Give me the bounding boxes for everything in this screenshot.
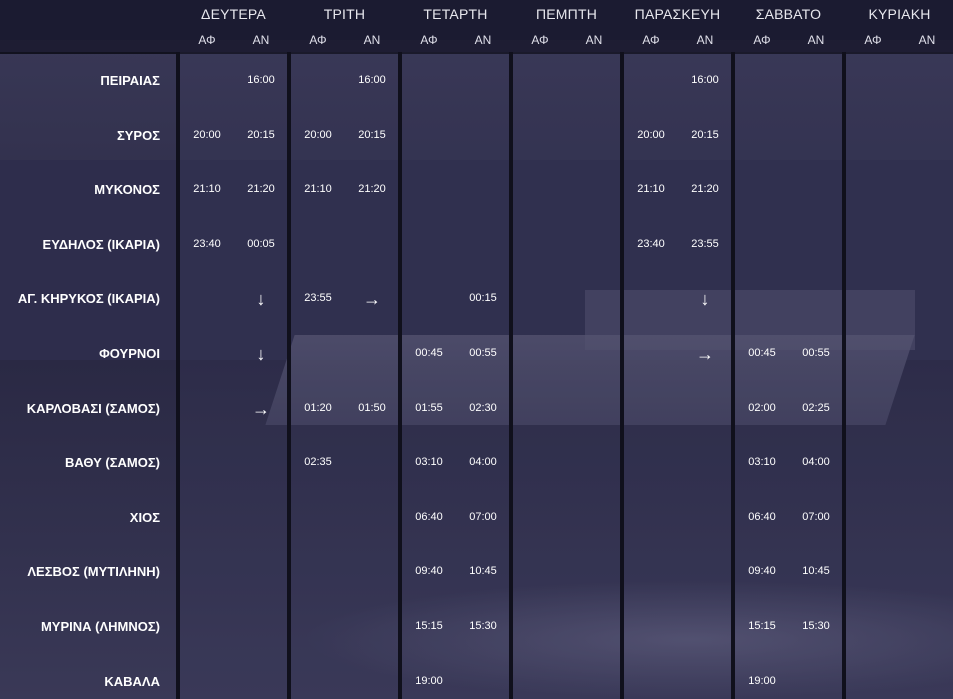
- time-cell: 15:15: [748, 620, 776, 632]
- day-column: [513, 52, 620, 699]
- port-name: ΑΓ. ΚΗΡΥΚΟΣ (ΙΚΑΡΙΑ): [17, 291, 160, 307]
- departure-column-header: ΑΝ: [807, 33, 825, 47]
- arrow-right-icon: →: [252, 398, 270, 419]
- time-cell: 16:00: [358, 74, 386, 86]
- arrow-down-icon: ↓: [700, 289, 710, 310]
- time-cell: 06:40: [748, 510, 776, 523]
- time-cell: 16:00: [247, 74, 275, 86]
- time-cell: 23:55: [691, 237, 719, 250]
- arrival-column-header: ΑΦ: [309, 33, 327, 47]
- time-cell: 16:00: [691, 74, 719, 86]
- port-name: ΕΥΔΗΛΟΣ (ΙΚΑΡΙΑ): [42, 236, 160, 252]
- departure-column-header: ΑΝ: [252, 33, 270, 47]
- departure-column-header: ΑΝ: [696, 33, 714, 47]
- time-cell: 21:20: [691, 183, 719, 196]
- time-cell: 21:10: [304, 183, 332, 196]
- arrival-column-header: ΑΦ: [531, 33, 549, 47]
- port-name: ΣΥΡΟΣ: [116, 127, 160, 143]
- time-cell: 23:40: [193, 237, 221, 250]
- time-cell: 21:10: [193, 183, 221, 196]
- time-cell: 15:30: [469, 620, 497, 632]
- time-cell: 02:00: [748, 401, 776, 414]
- time-cell: 10:45: [802, 565, 830, 578]
- time-cell: 20:00: [637, 128, 665, 141]
- time-cell: 19:00: [415, 674, 443, 687]
- arrival-column-header: ΑΦ: [420, 33, 438, 47]
- time-cell: 19:00: [748, 674, 776, 687]
- time-cell: 21:20: [358, 183, 386, 196]
- day-header: ΠΑΡΑΣΚΕΥΗ: [634, 6, 721, 22]
- time-cell: 04:00: [469, 456, 497, 469]
- departure-column-header: ΑΝ: [474, 33, 492, 47]
- arrival-column-header: ΑΦ: [198, 33, 216, 47]
- port-name: ΛΕΣΒΟΣ (ΜΥΤΙΛΗΝΗ): [27, 564, 160, 580]
- time-cell: 01:20: [304, 401, 332, 414]
- time-cell: 15:30: [802, 620, 830, 632]
- time-cell: 03:10: [415, 456, 443, 469]
- day-header: ΤΕΤΑΡΤΗ: [423, 6, 488, 22]
- time-cell: 20:15: [691, 128, 719, 141]
- time-cell: 15:15: [415, 620, 443, 632]
- arrival-column-header: ΑΦ: [642, 33, 660, 47]
- time-cell: 20:15: [358, 128, 386, 141]
- time-cell: 02:25: [802, 401, 830, 414]
- arrival-column-header: ΑΦ: [753, 33, 771, 47]
- time-cell: 00:55: [469, 347, 497, 359]
- arrow-right-icon: →: [696, 344, 714, 364]
- time-cell: 21:10: [637, 183, 665, 196]
- day-column: [624, 52, 731, 699]
- day-column: [735, 52, 842, 699]
- day-header: ΠΕΜΠΤΗ: [535, 6, 598, 22]
- time-cell: 04:00: [802, 456, 830, 469]
- time-cell: 21:20: [247, 183, 275, 196]
- departure-column-header: ΑΝ: [918, 33, 936, 47]
- port-name: ΚΑΡΛΟΒΑΣΙ (ΣΑΜΟΣ): [26, 400, 160, 416]
- time-cell: 07:00: [802, 510, 830, 523]
- time-cell: 02:35: [304, 456, 332, 469]
- time-cell: 10:45: [469, 565, 497, 578]
- time-cell: 06:40: [415, 510, 443, 523]
- port-name: ΒΑΘΥ (ΣΑΜΟΣ): [64, 455, 160, 471]
- time-cell: 09:40: [415, 565, 443, 578]
- day-header: ΔΕΥΤΕΡΑ: [201, 6, 266, 22]
- time-cell: 20:15: [247, 128, 275, 141]
- time-cell: 02:30: [469, 401, 497, 414]
- arrow-right-icon: →: [363, 289, 381, 310]
- time-cell: 20:00: [304, 128, 332, 141]
- time-cell: 07:00: [469, 510, 497, 523]
- day-column: [846, 52, 953, 699]
- time-cell: 01:55: [415, 401, 443, 414]
- time-cell: 00:55: [802, 347, 830, 359]
- port-name: ΜΥΚΟΝΟΣ: [94, 182, 160, 198]
- time-cell: 09:40: [748, 565, 776, 578]
- day-header: ΚΥΡΙΑΚΗ: [868, 6, 931, 22]
- arrival-column-header: ΑΦ: [864, 33, 882, 47]
- day-column: [402, 52, 509, 699]
- arrow-down-icon: ↓: [256, 344, 266, 364]
- port-name: ΜΥΡΙΝΑ (ΛΗΜΝΟΣ): [40, 619, 160, 634]
- port-name: ΠΕΙΡΑΙΑΣ: [100, 73, 160, 88]
- time-cell: 00:45: [415, 347, 443, 359]
- time-cell: 23:55: [304, 292, 332, 305]
- day-column: [291, 52, 398, 699]
- port-name: ΚΑΒΑΛΑ: [104, 673, 160, 689]
- time-cell: 00:45: [748, 347, 776, 359]
- port-name: ΧΙΟΣ: [129, 509, 160, 525]
- departure-column-header: ΑΝ: [585, 33, 603, 47]
- time-cell: 20:00: [193, 128, 221, 141]
- departure-column-header: ΑΝ: [363, 33, 381, 47]
- time-cell: 23:40: [637, 237, 665, 250]
- port-name: ΦΟΥΡΝΟΙ: [99, 346, 160, 361]
- day-column: [180, 52, 287, 699]
- time-cell: 00:15: [469, 292, 497, 305]
- arrow-down-icon: ↓: [256, 289, 266, 310]
- time-cell: 01:50: [358, 401, 386, 414]
- time-cell: 00:05: [247, 237, 275, 250]
- day-header: ΣΑΒΒΑΤΟ: [755, 6, 822, 22]
- day-header: ΤΡΙΤΗ: [323, 6, 366, 22]
- time-cell: 03:10: [748, 456, 776, 469]
